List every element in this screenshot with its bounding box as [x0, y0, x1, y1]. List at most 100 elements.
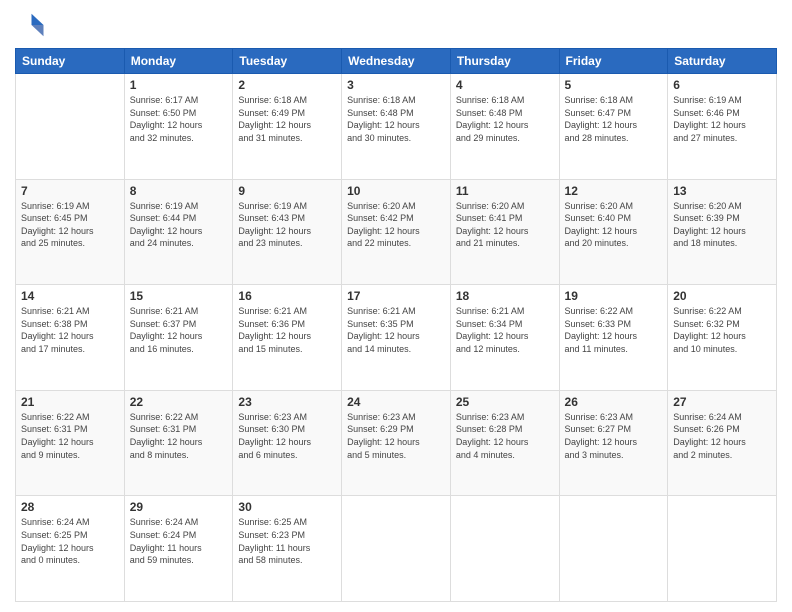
calendar-cell: 13 Sunrise: 6:20 AM Sunset: 6:39 PM Dayli… — [668, 179, 777, 285]
day-number: 10 — [347, 184, 445, 198]
day-number: 4 — [456, 78, 554, 92]
day-number: 26 — [565, 395, 663, 409]
day-number: 25 — [456, 395, 554, 409]
day-info: Sunrise: 6:24 AM Sunset: 6:24 PM Dayligh… — [130, 516, 228, 566]
day-info: Sunrise: 6:19 AM Sunset: 6:44 PM Dayligh… — [130, 200, 228, 250]
day-info: Sunrise: 6:18 AM Sunset: 6:49 PM Dayligh… — [238, 94, 336, 144]
day-info: Sunrise: 6:22 AM Sunset: 6:31 PM Dayligh… — [21, 411, 119, 461]
day-number: 22 — [130, 395, 228, 409]
calendar-cell: 14 Sunrise: 6:21 AM Sunset: 6:38 PM Dayli… — [16, 285, 125, 391]
calendar-cell: 10 Sunrise: 6:20 AM Sunset: 6:42 PM Dayli… — [342, 179, 451, 285]
day-info: Sunrise: 6:25 AM Sunset: 6:23 PM Dayligh… — [238, 516, 336, 566]
day-number: 24 — [347, 395, 445, 409]
day-info: Sunrise: 6:21 AM Sunset: 6:36 PM Dayligh… — [238, 305, 336, 355]
calendar-header-row: SundayMondayTuesdayWednesdayThursdayFrid… — [16, 49, 777, 74]
day-info: Sunrise: 6:18 AM Sunset: 6:48 PM Dayligh… — [347, 94, 445, 144]
day-info: Sunrise: 6:23 AM Sunset: 6:30 PM Dayligh… — [238, 411, 336, 461]
day-info: Sunrise: 6:23 AM Sunset: 6:29 PM Dayligh… — [347, 411, 445, 461]
calendar-header-tuesday: Tuesday — [233, 49, 342, 74]
day-info: Sunrise: 6:23 AM Sunset: 6:27 PM Dayligh… — [565, 411, 663, 461]
calendar-cell: 19Sunrise: 6:22 AM Sunset: 6:33 PM Dayli… — [559, 285, 668, 391]
calendar-cell: 23 Sunrise: 6:23 AM Sunset: 6:30 PM Dayli… — [233, 390, 342, 496]
calendar-cell: 25 Sunrise: 6:23 AM Sunset: 6:28 PM Dayli… — [450, 390, 559, 496]
calendar-header-friday: Friday — [559, 49, 668, 74]
calendar-cell: 18 Sunrise: 6:21 AM Sunset: 6:34 PM Dayli… — [450, 285, 559, 391]
calendar-header-thursday: Thursday — [450, 49, 559, 74]
day-info: Sunrise: 6:22 AM Sunset: 6:33 PM Dayligh… — [565, 305, 663, 355]
calendar-cell — [342, 496, 451, 602]
day-number: 13 — [673, 184, 771, 198]
day-number: 20 — [673, 289, 771, 303]
calendar-week-row: 28Sunrise: 6:24 AM Sunset: 6:25 PM Dayli… — [16, 496, 777, 602]
calendar-cell: 16 Sunrise: 6:21 AM Sunset: 6:36 PM Dayli… — [233, 285, 342, 391]
calendar-cell: 24 Sunrise: 6:23 AM Sunset: 6:29 PM Dayli… — [342, 390, 451, 496]
day-number: 7 — [21, 184, 119, 198]
day-info: Sunrise: 6:20 AM Sunset: 6:40 PM Dayligh… — [565, 200, 663, 250]
calendar-cell: 4 Sunrise: 6:18 AM Sunset: 6:48 PM Daylig… — [450, 74, 559, 180]
day-info: Sunrise: 6:20 AM Sunset: 6:42 PM Dayligh… — [347, 200, 445, 250]
day-info: Sunrise: 6:20 AM Sunset: 6:41 PM Dayligh… — [456, 200, 554, 250]
day-number: 29 — [130, 500, 228, 514]
calendar-header-sunday: Sunday — [16, 49, 125, 74]
calendar-week-row: 1Sunrise: 6:17 AM Sunset: 6:50 PM Daylig… — [16, 74, 777, 180]
day-info: Sunrise: 6:18 AM Sunset: 6:48 PM Dayligh… — [456, 94, 554, 144]
calendar-week-row: 7 Sunrise: 6:19 AM Sunset: 6:45 PM Daylig… — [16, 179, 777, 285]
calendar-cell: 7 Sunrise: 6:19 AM Sunset: 6:45 PM Daylig… — [16, 179, 125, 285]
day-info: Sunrise: 6:20 AM Sunset: 6:39 PM Dayligh… — [673, 200, 771, 250]
day-info: Sunrise: 6:24 AM Sunset: 6:26 PM Dayligh… — [673, 411, 771, 461]
calendar-table: SundayMondayTuesdayWednesdayThursdayFrid… — [15, 48, 777, 602]
day-number: 21 — [21, 395, 119, 409]
day-number: 6 — [673, 78, 771, 92]
logo — [15, 10, 47, 40]
calendar-header-saturday: Saturday — [668, 49, 777, 74]
day-info: Sunrise: 6:22 AM Sunset: 6:31 PM Dayligh… — [130, 411, 228, 461]
calendar-cell: 6 Sunrise: 6:19 AM Sunset: 6:46 PM Daylig… — [668, 74, 777, 180]
day-info: Sunrise: 6:18 AM Sunset: 6:47 PM Dayligh… — [565, 94, 663, 144]
logo-icon — [15, 10, 45, 40]
calendar-cell: 3 Sunrise: 6:18 AM Sunset: 6:48 PM Daylig… — [342, 74, 451, 180]
calendar-cell: 29 Sunrise: 6:24 AM Sunset: 6:24 PM Dayli… — [124, 496, 233, 602]
day-number: 11 — [456, 184, 554, 198]
calendar-cell: 20 Sunrise: 6:22 AM Sunset: 6:32 PM Dayli… — [668, 285, 777, 391]
header — [15, 10, 777, 40]
calendar-week-row: 21 Sunrise: 6:22 AM Sunset: 6:31 PM Dayli… — [16, 390, 777, 496]
calendar-cell: 27Sunrise: 6:24 AM Sunset: 6:26 PM Dayli… — [668, 390, 777, 496]
day-number: 15 — [130, 289, 228, 303]
calendar-cell: 26 Sunrise: 6:23 AM Sunset: 6:27 PM Dayli… — [559, 390, 668, 496]
calendar-cell: 17 Sunrise: 6:21 AM Sunset: 6:35 PM Dayli… — [342, 285, 451, 391]
calendar-cell — [559, 496, 668, 602]
calendar-cell: 9Sunrise: 6:19 AM Sunset: 6:43 PM Daylig… — [233, 179, 342, 285]
calendar-cell: 5 Sunrise: 6:18 AM Sunset: 6:47 PM Daylig… — [559, 74, 668, 180]
day-info: Sunrise: 6:21 AM Sunset: 6:37 PM Dayligh… — [130, 305, 228, 355]
calendar-header-wednesday: Wednesday — [342, 49, 451, 74]
day-number: 28 — [21, 500, 119, 514]
day-number: 2 — [238, 78, 336, 92]
day-info: Sunrise: 6:23 AM Sunset: 6:28 PM Dayligh… — [456, 411, 554, 461]
day-info: Sunrise: 6:21 AM Sunset: 6:38 PM Dayligh… — [21, 305, 119, 355]
calendar-cell: 28Sunrise: 6:24 AM Sunset: 6:25 PM Dayli… — [16, 496, 125, 602]
calendar-header-monday: Monday — [124, 49, 233, 74]
day-number: 8 — [130, 184, 228, 198]
day-number: 16 — [238, 289, 336, 303]
day-number: 17 — [347, 289, 445, 303]
calendar-cell: 30Sunrise: 6:25 AM Sunset: 6:23 PM Dayli… — [233, 496, 342, 602]
calendar-cell: 8 Sunrise: 6:19 AM Sunset: 6:44 PM Daylig… — [124, 179, 233, 285]
calendar-cell: 22 Sunrise: 6:22 AM Sunset: 6:31 PM Dayli… — [124, 390, 233, 496]
day-info: Sunrise: 6:22 AM Sunset: 6:32 PM Dayligh… — [673, 305, 771, 355]
day-info: Sunrise: 6:19 AM Sunset: 6:45 PM Dayligh… — [21, 200, 119, 250]
calendar-cell: 2 Sunrise: 6:18 AM Sunset: 6:49 PM Daylig… — [233, 74, 342, 180]
day-info: Sunrise: 6:21 AM Sunset: 6:34 PM Dayligh… — [456, 305, 554, 355]
calendar-cell — [16, 74, 125, 180]
day-number: 5 — [565, 78, 663, 92]
page: SundayMondayTuesdayWednesdayThursdayFrid… — [0, 0, 792, 612]
day-number: 14 — [21, 289, 119, 303]
day-number: 3 — [347, 78, 445, 92]
calendar-cell: 1Sunrise: 6:17 AM Sunset: 6:50 PM Daylig… — [124, 74, 233, 180]
day-info: Sunrise: 6:19 AM Sunset: 6:46 PM Dayligh… — [673, 94, 771, 144]
day-number: 23 — [238, 395, 336, 409]
calendar-cell: 12Sunrise: 6:20 AM Sunset: 6:40 PM Dayli… — [559, 179, 668, 285]
day-number: 18 — [456, 289, 554, 303]
day-info: Sunrise: 6:21 AM Sunset: 6:35 PM Dayligh… — [347, 305, 445, 355]
calendar-cell — [450, 496, 559, 602]
calendar-cell: 15 Sunrise: 6:21 AM Sunset: 6:37 PM Dayli… — [124, 285, 233, 391]
